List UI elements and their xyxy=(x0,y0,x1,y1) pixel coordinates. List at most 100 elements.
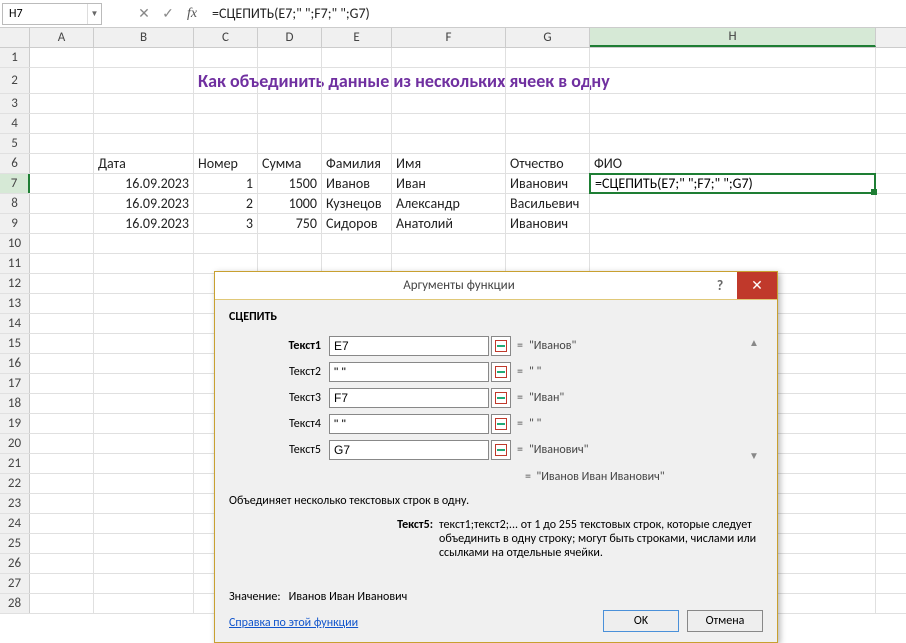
cell[interactable]: Васильевич xyxy=(506,194,590,213)
active-cell-content[interactable]: =СЦЕПИТЬ(E7;" ";F7;" ";G7) xyxy=(595,175,753,192)
cell[interactable] xyxy=(30,414,94,433)
row-header[interactable]: 19 xyxy=(0,414,30,433)
cell[interactable]: 1 xyxy=(194,174,258,193)
cell[interactable] xyxy=(258,68,322,93)
cell[interactable]: Сидоров xyxy=(322,214,392,233)
cell[interactable] xyxy=(30,314,94,333)
row-header[interactable]: 9 xyxy=(0,214,30,233)
cell[interactable] xyxy=(94,414,194,433)
cell[interactable] xyxy=(94,574,194,593)
argument-input[interactable] xyxy=(329,414,489,434)
cell[interactable] xyxy=(30,274,94,293)
row-header[interactable]: 20 xyxy=(0,434,30,453)
cell[interactable] xyxy=(258,94,322,113)
range-picker-button[interactable] xyxy=(491,440,511,460)
cell[interactable] xyxy=(392,68,506,93)
cell[interactable]: 3 xyxy=(194,214,258,233)
cell[interactable] xyxy=(30,574,94,593)
dialog-titlebar[interactable]: Аргументы функции ? ✕ xyxy=(215,272,777,300)
cell[interactable]: Фамилия xyxy=(322,154,392,173)
cell[interactable] xyxy=(392,234,506,253)
name-box-dropdown-icon[interactable]: ▼ xyxy=(87,4,101,24)
row-header[interactable]: 3 xyxy=(0,94,30,113)
cell[interactable] xyxy=(30,254,94,273)
cell[interactable] xyxy=(94,354,194,373)
cell[interactable] xyxy=(94,274,194,293)
cell[interactable] xyxy=(506,114,590,133)
cell[interactable] xyxy=(590,214,876,233)
cell[interactable] xyxy=(194,114,258,133)
cell[interactable] xyxy=(94,434,194,453)
cell[interactable] xyxy=(30,474,94,493)
cell[interactable]: Номер xyxy=(194,154,258,173)
cell[interactable] xyxy=(94,454,194,473)
cell[interactable] xyxy=(322,134,392,153)
cell[interactable] xyxy=(30,194,94,213)
row-header[interactable]: 24 xyxy=(0,514,30,533)
row-header[interactable]: 27 xyxy=(0,574,30,593)
cell[interactable]: 16.09.2023 xyxy=(94,194,194,213)
cell[interactable] xyxy=(258,134,322,153)
cell[interactable] xyxy=(30,48,94,67)
dialog-close-button[interactable]: ✕ xyxy=(737,272,777,299)
cell[interactable] xyxy=(30,154,94,173)
insert-function-icon[interactable]: fx xyxy=(180,3,204,25)
cell[interactable] xyxy=(94,534,194,553)
cell[interactable]: Отчество xyxy=(506,154,590,173)
range-picker-button[interactable] xyxy=(491,414,511,434)
cell[interactable] xyxy=(30,134,94,153)
cell[interactable] xyxy=(194,234,258,253)
cell[interactable]: ФИО xyxy=(590,154,876,173)
cell[interactable] xyxy=(194,48,258,67)
cell[interactable]: Сумма xyxy=(258,154,322,173)
cell[interactable] xyxy=(322,68,392,93)
cell[interactable] xyxy=(30,68,94,93)
cell[interactable] xyxy=(30,354,94,373)
cell[interactable] xyxy=(94,294,194,313)
row-header[interactable]: 13 xyxy=(0,294,30,313)
active-cell[interactable]: =СЦЕПИТЬ(E7;" ";F7;" ";G7) xyxy=(589,173,876,194)
cell[interactable] xyxy=(392,114,506,133)
row-header[interactable]: 28 xyxy=(0,594,30,613)
cell[interactable]: Иванов xyxy=(322,174,392,193)
cell[interactable] xyxy=(94,594,194,613)
cell[interactable] xyxy=(30,594,94,613)
cancel-button[interactable]: Отмена xyxy=(687,610,763,632)
function-help-link[interactable]: Справка по этой функции xyxy=(229,616,358,630)
args-scroll-up-icon[interactable]: ▲ xyxy=(745,336,763,349)
row-header[interactable]: 25 xyxy=(0,534,30,553)
cell[interactable] xyxy=(392,48,506,67)
cell[interactable] xyxy=(94,334,194,353)
cell[interactable]: 750 xyxy=(258,214,322,233)
name-box[interactable]: H7 ▼ xyxy=(2,3,102,25)
cell[interactable]: Как объединить данные из нескольких ячее… xyxy=(194,68,258,93)
cell[interactable] xyxy=(590,68,876,93)
cell[interactable] xyxy=(194,94,258,113)
cell[interactable] xyxy=(30,434,94,453)
column-header[interactable]: H xyxy=(590,28,876,47)
cell[interactable] xyxy=(194,134,258,153)
row-header[interactable]: 1 xyxy=(0,48,30,67)
cell[interactable] xyxy=(322,234,392,253)
cell[interactable] xyxy=(30,94,94,113)
row-header[interactable]: 21 xyxy=(0,454,30,473)
cell[interactable]: 16.09.2023 xyxy=(94,174,194,193)
cell[interactable]: Кузнецов xyxy=(322,194,392,213)
range-picker-button[interactable] xyxy=(491,336,511,356)
cell[interactable] xyxy=(322,114,392,133)
cell[interactable] xyxy=(30,534,94,553)
cell[interactable]: 1000 xyxy=(258,194,322,213)
cell[interactable] xyxy=(94,134,194,153)
row-header[interactable]: 16 xyxy=(0,354,30,373)
cell[interactable]: 16.09.2023 xyxy=(94,214,194,233)
cell[interactable] xyxy=(506,48,590,67)
row-header[interactable]: 17 xyxy=(0,374,30,393)
select-all-corner[interactable] xyxy=(0,28,30,47)
cell[interactable] xyxy=(94,514,194,533)
row-header[interactable]: 26 xyxy=(0,554,30,573)
cell[interactable] xyxy=(94,94,194,113)
cell[interactable] xyxy=(392,134,506,153)
cell[interactable]: Имя xyxy=(392,154,506,173)
cell[interactable] xyxy=(590,134,876,153)
row-header[interactable]: 22 xyxy=(0,474,30,493)
